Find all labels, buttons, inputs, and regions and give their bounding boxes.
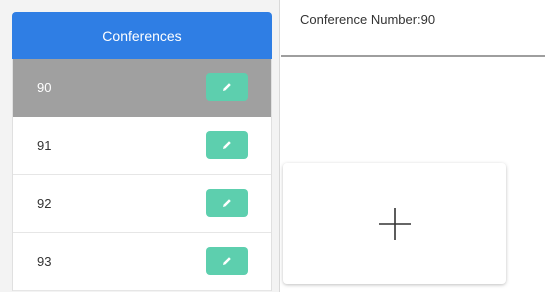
conferences-header-label: Conferences (102, 27, 182, 44)
edit-button[interactable] (206, 73, 248, 101)
pencil-icon (223, 141, 231, 149)
list-item-label: 93 (37, 254, 52, 269)
list-item-93[interactable]: 93 (13, 233, 271, 291)
conference-list-panel: Conferences 90 91 92 93 (0, 0, 280, 292)
add-card-button[interactable] (283, 163, 506, 284)
conference-detail-header: Conference Number:90 (281, 0, 545, 57)
conference-number-label: Conference Number:90 (300, 12, 436, 27)
list-item-92[interactable]: 92 (13, 175, 271, 233)
list-item-label: 91 (37, 138, 52, 153)
edit-button[interactable] (206, 247, 248, 275)
list-item-91[interactable]: 91 (13, 117, 271, 175)
conference-list: 90 91 92 93 (12, 59, 272, 291)
plus-icon (378, 207, 411, 240)
list-item-90[interactable]: 90 (13, 59, 271, 117)
pencil-icon (223, 83, 231, 91)
pencil-icon (223, 257, 231, 265)
edit-button[interactable] (206, 189, 248, 217)
list-item-label: 90 (37, 80, 52, 95)
list-item-label: 92 (37, 196, 52, 211)
edit-button[interactable] (206, 131, 248, 159)
page: Conferences 90 91 92 93 Conference Numbe… (0, 0, 545, 292)
pencil-icon (223, 199, 231, 207)
conferences-header: Conferences (12, 12, 272, 59)
